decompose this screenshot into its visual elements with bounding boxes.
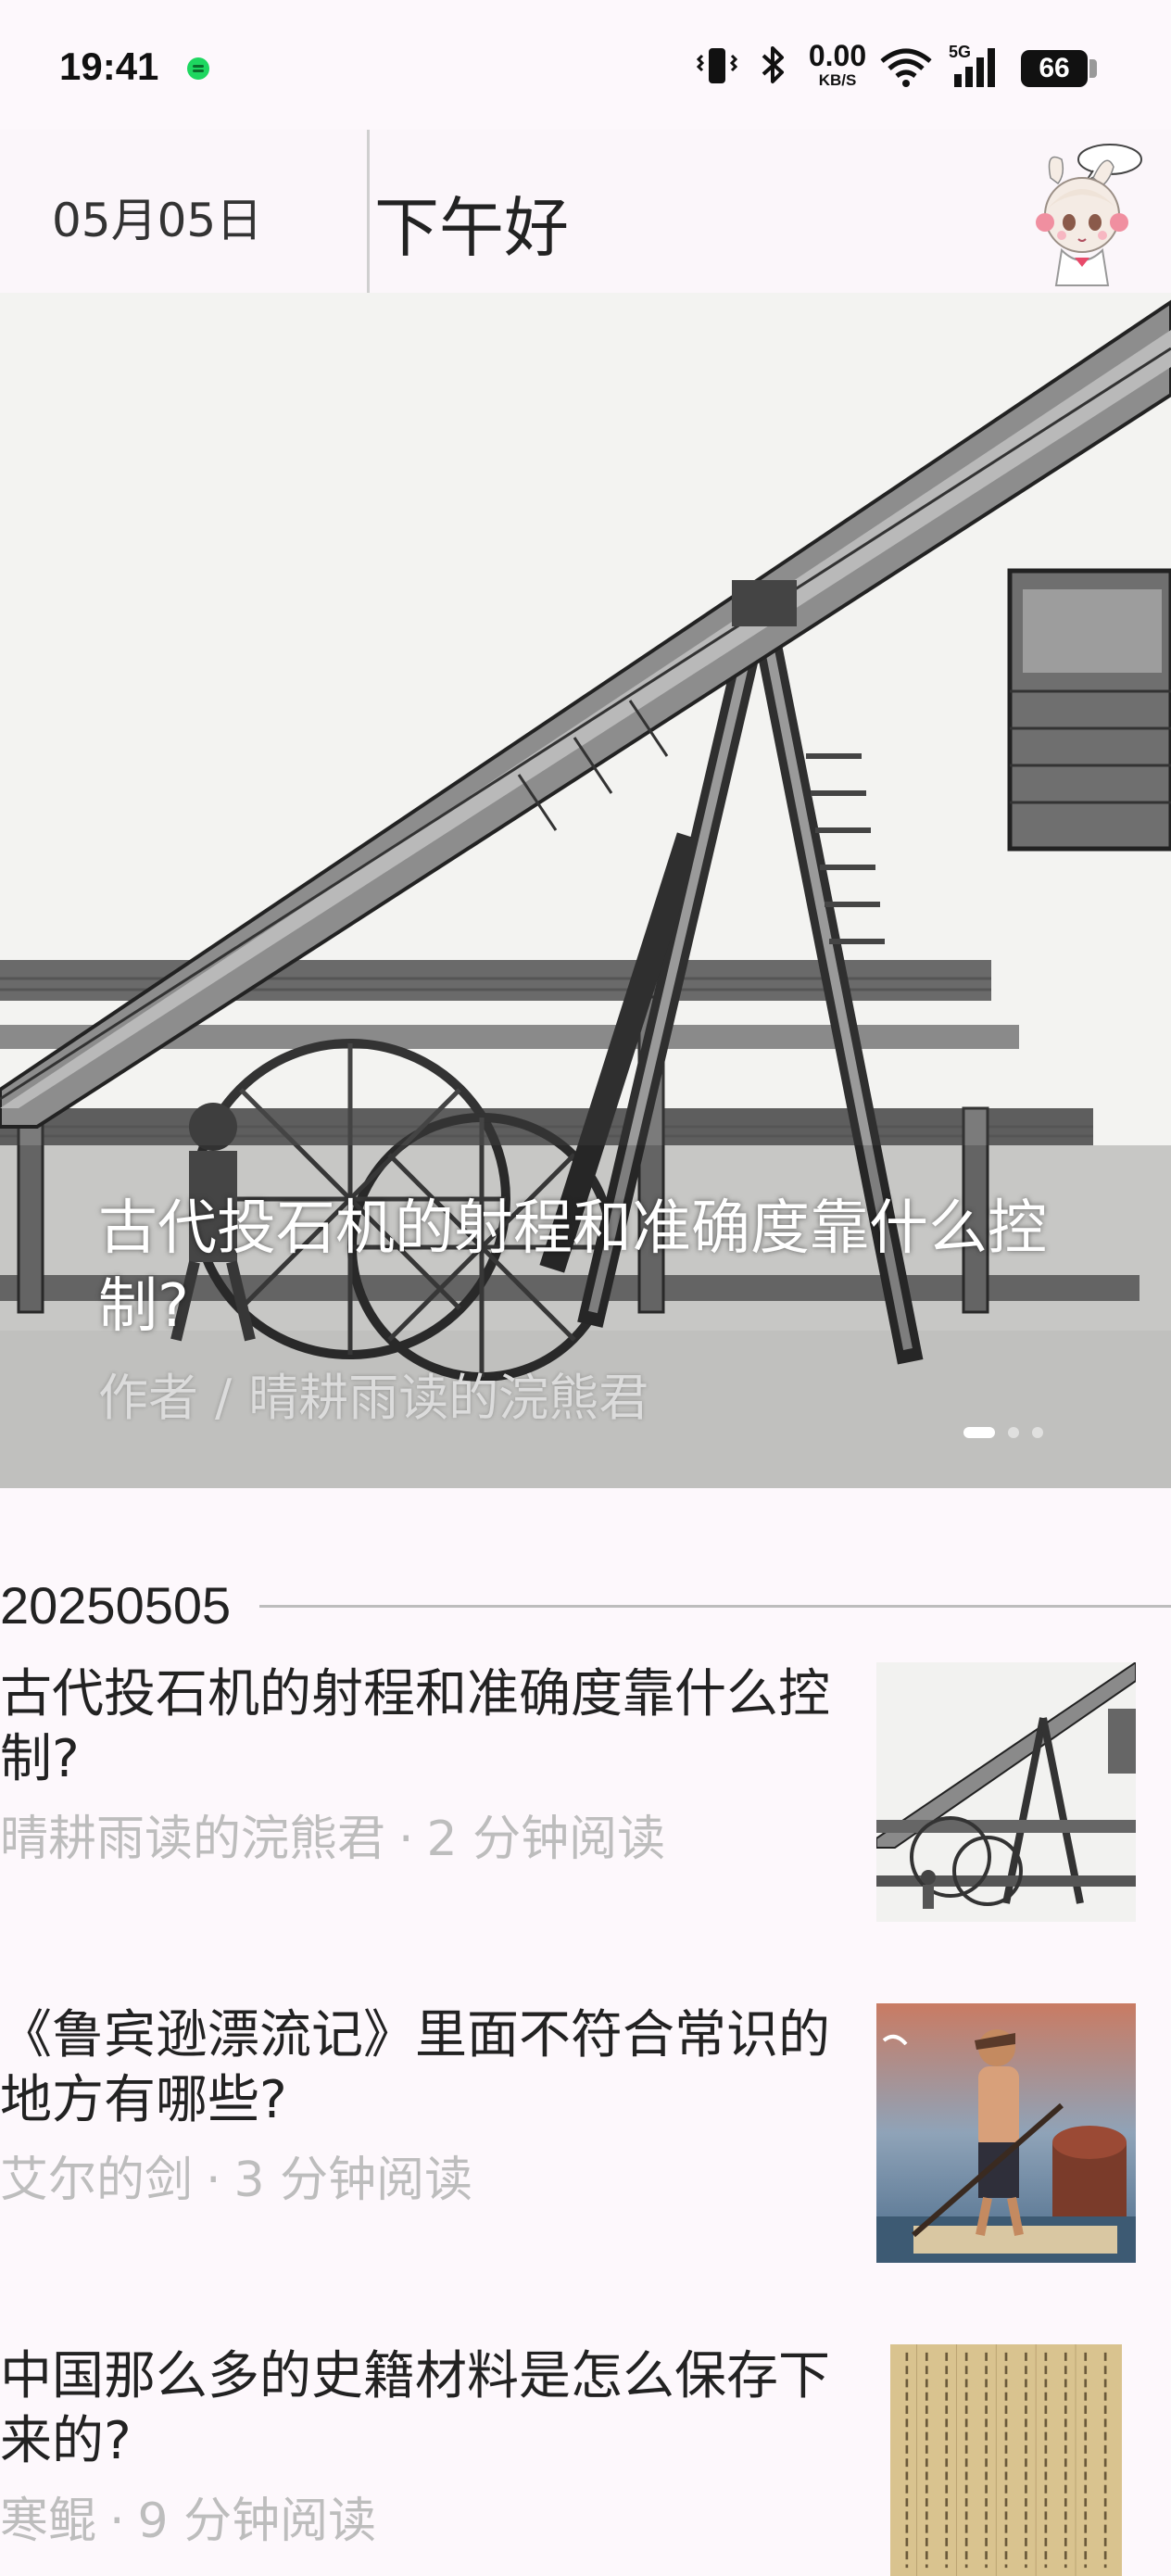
article-item[interactable]: 《鲁宾逊漂流记》里面不符合常识的地方有哪些? 艾尔的剑 · 3 分钟阅读	[0, 2003, 1171, 2263]
signal-icon: 5G	[949, 43, 995, 87]
avatar[interactable]	[1017, 141, 1147, 289]
status-time: 19:41	[59, 44, 159, 88]
article-thumbnail[interactable]	[876, 2344, 1136, 2576]
article-thumbnail[interactable]	[876, 1662, 1136, 1922]
article-author: 晴耕雨读的浣熊君	[0, 1812, 386, 1867]
article-meta: 艾尔的剑 · 3 分钟阅读	[0, 2153, 473, 2208]
net-speed-unit: KB/S	[818, 71, 857, 89]
bluetooth-icon	[762, 46, 784, 83]
article-item[interactable]: 中国那么多的史籍材料是怎么保存下来的? 寒鲲 · 9 分钟阅读	[0, 2344, 1171, 2576]
article-title[interactable]: 《鲁宾逊漂流记》里面不符合常识的地方有哪些?	[0, 2003, 875, 2133]
battery-icon: 66	[1021, 50, 1097, 87]
home-header: 05月05日 下午好	[0, 130, 1171, 293]
article-title[interactable]: 中国那么多的史籍材料是怎么保存下来的?	[0, 2344, 875, 2474]
article-read-time: 2 分钟阅读	[426, 1812, 666, 1867]
article-meta: 晴耕雨读的浣熊君 · 2 分钟阅读	[0, 1812, 666, 1867]
status-bar: 19:41 0.00 KB/S 5G 66	[0, 0, 1171, 130]
section-date: 20250505	[0, 1576, 232, 1635]
featured-banner[interactable]: 古代投石机的射程和准确度靠什么控制? 作者 / 晴耕雨读的浣熊君	[0, 293, 1171, 1488]
section-divider	[259, 1605, 1171, 1608]
banner-author: 作者 / 晴耕雨读的浣熊君	[98, 1369, 649, 1427]
pager-dot[interactable]	[1008, 1427, 1019, 1438]
banner-pager[interactable]	[963, 1427, 1043, 1438]
wifi-icon	[880, 48, 932, 87]
net-speed: 0.00 KB/S	[800, 41, 875, 88]
article-read-time: 3 分钟阅读	[233, 2153, 473, 2208]
article-thumbnail[interactable]	[876, 2003, 1136, 2263]
vibrate-icon	[697, 48, 737, 83]
svg-text:5G: 5G	[949, 43, 971, 61]
header-greeting: 下午好	[374, 190, 569, 266]
banner-title[interactable]: 古代投石机的射程和准确度靠什么控制?	[98, 1190, 1062, 1345]
banner-author-name: 晴耕雨读的浣熊君	[248, 1369, 649, 1427]
article-meta: 寒鲲 · 9 分钟阅读	[0, 2494, 377, 2549]
header-date: 05月05日	[52, 194, 263, 247]
notification-dot-icon	[187, 57, 209, 80]
banner-author-prefix: 作者	[98, 1369, 198, 1427]
header-divider	[367, 130, 370, 293]
battery-level: 66	[1039, 53, 1070, 83]
article-read-time: 9 分钟阅读	[137, 2494, 377, 2549]
article-author: 艾尔的剑	[0, 2153, 194, 2208]
pager-dot[interactable]	[1032, 1427, 1043, 1438]
net-speed-value: 0.00	[808, 39, 867, 72]
article-title[interactable]: 古代投石机的射程和准确度靠什么控制?	[0, 1662, 875, 1792]
article-item[interactable]: 古代投石机的射程和准确度靠什么控制? 晴耕雨读的浣熊君 · 2 分钟阅读	[0, 1662, 1171, 1922]
article-author: 寒鲲	[0, 2494, 97, 2549]
pager-dot-active[interactable]	[963, 1427, 995, 1438]
